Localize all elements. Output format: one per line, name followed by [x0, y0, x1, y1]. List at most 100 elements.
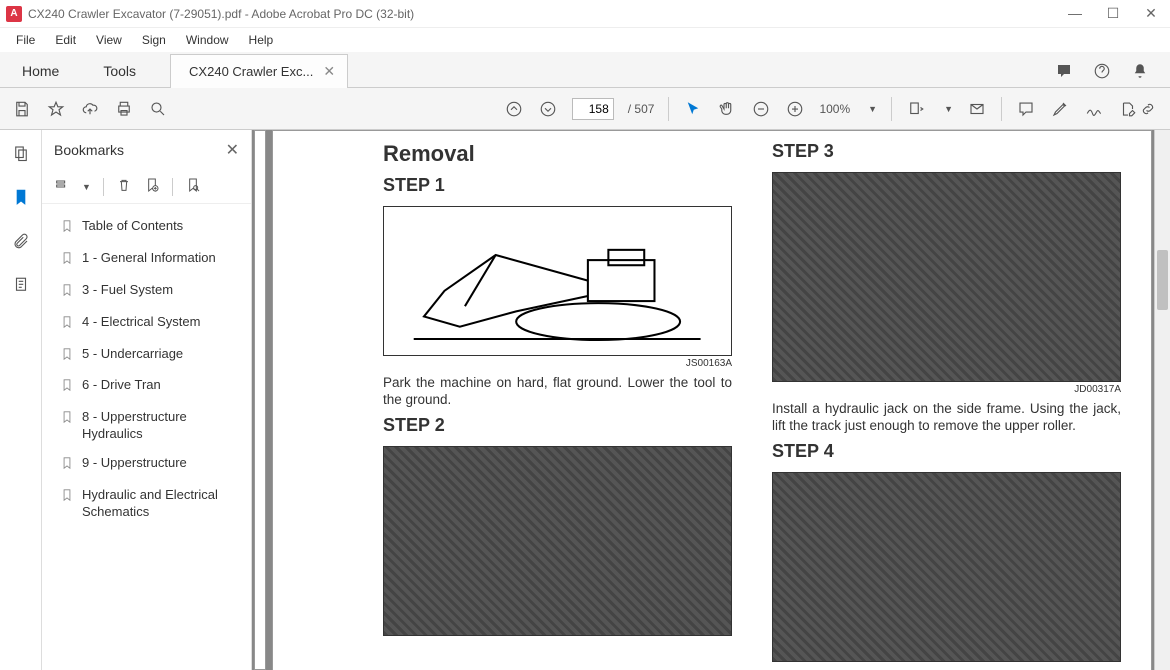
help-icon[interactable]	[1092, 61, 1112, 81]
doc-heading: Removal	[383, 141, 732, 167]
bookmarks-icon[interactable]	[10, 186, 32, 208]
tab-home[interactable]: Home	[0, 55, 81, 87]
highlight-icon[interactable]	[1050, 99, 1070, 119]
minimize-button[interactable]: —	[1062, 5, 1088, 22]
hand-tool-icon[interactable]	[717, 99, 737, 119]
app-icon: A	[6, 6, 22, 22]
page-down-icon[interactable]	[538, 99, 558, 119]
bookmark-item-icon	[60, 456, 74, 475]
doc-step-heading: STEP 2	[383, 415, 732, 436]
doc-paragraph: Park the machine on hard, flat ground. L…	[383, 375, 732, 409]
doc-figure-photo	[383, 446, 732, 636]
menu-edit[interactable]: Edit	[47, 31, 84, 49]
tab-tools[interactable]: Tools	[81, 55, 158, 87]
thumbnails-icon[interactable]	[10, 142, 32, 164]
menu-file[interactable]: File	[8, 31, 43, 49]
bookmarks-options-caret[interactable]: ▼	[82, 182, 91, 192]
bookmark-item-icon	[60, 315, 74, 334]
bookmark-label: 6 - Drive Tran	[82, 377, 161, 394]
close-button[interactable]: ✕	[1138, 5, 1164, 22]
bookmark-item[interactable]: 5 - Undercarriage	[42, 340, 251, 372]
bell-icon[interactable]	[1130, 61, 1150, 81]
window-title: CX240 Crawler Excavator (7-29051).pdf - …	[28, 7, 414, 21]
bookmark-item-icon	[60, 283, 74, 302]
bookmark-label: Hydraulic and Electrical Schematics	[82, 487, 237, 521]
bookmark-label: 8 - Upperstructure Hydraulics	[82, 409, 237, 443]
bookmark-item[interactable]: 1 - General Information	[42, 244, 251, 276]
bookmarks-toolbar: ▼	[42, 170, 251, 204]
bookmark-item-icon	[60, 378, 74, 397]
save-icon[interactable]	[12, 99, 32, 119]
bookmark-find-icon[interactable]	[185, 177, 201, 196]
doc-step-heading: STEP 1	[383, 175, 732, 196]
bookmark-item[interactable]: 6 - Drive Tran	[42, 371, 251, 403]
page-number-input[interactable]	[572, 98, 614, 120]
doc-image-code: JS00163A	[383, 358, 732, 369]
bookmark-label: 5 - Undercarriage	[82, 346, 183, 363]
bookmark-add-icon[interactable]	[144, 177, 160, 196]
vertical-scrollbar[interactable]	[1154, 130, 1170, 670]
bookmark-item-icon	[60, 219, 74, 238]
zoom-dropdown-icon[interactable]: ▼	[868, 104, 877, 114]
bookmark-label: 9 - Upperstructure	[82, 455, 187, 472]
cloud-upload-icon[interactable]	[80, 99, 100, 119]
select-tool-icon[interactable]	[683, 99, 703, 119]
toolbar: / 507 100% ▼ ▼	[0, 88, 1170, 130]
zoom-in-icon[interactable]	[785, 99, 805, 119]
edit-icon[interactable]	[1118, 99, 1138, 119]
bookmark-item-icon	[60, 488, 74, 507]
print-icon[interactable]	[114, 99, 134, 119]
doc-paragraph: Install a hydraulic jack on the side fra…	[772, 401, 1121, 435]
zoom-out-icon[interactable]	[751, 99, 771, 119]
doc-figure-excavator	[383, 206, 732, 356]
bookmark-item[interactable]: Hydraulic and Electrical Schematics	[42, 481, 251, 527]
bookmark-item-icon	[60, 347, 74, 366]
fit-dropdown-icon[interactable]: ▼	[944, 104, 953, 114]
tab-close-icon[interactable]: ✕	[323, 63, 335, 80]
content-area: Bookmarks ✕ ▼ Table of Contents 1 - Gene…	[0, 130, 1170, 670]
zoom-level-label: 100%	[819, 102, 850, 116]
bookmark-delete-icon[interactable]	[116, 177, 132, 196]
menu-window[interactable]: Window	[178, 31, 237, 49]
link-icon[interactable]	[1138, 99, 1158, 119]
menu-help[interactable]: Help	[241, 31, 282, 49]
pdf-page: Removal STEP 1 JS00163A Park the machine…	[272, 130, 1152, 670]
menu-view[interactable]: View	[88, 31, 130, 49]
tab-document[interactable]: CX240 Crawler Exc... ✕	[170, 54, 348, 88]
doc-image-code: JD00317A	[772, 384, 1121, 395]
share-icon[interactable]	[1054, 61, 1074, 81]
menu-sign[interactable]: Sign	[134, 31, 174, 49]
maximize-button[interactable]: ☐	[1100, 5, 1126, 22]
bookmarks-title: Bookmarks	[54, 142, 124, 158]
doc-step-heading: STEP 4	[772, 441, 1121, 462]
bookmark-item[interactable]: 9 - Upperstructure	[42, 449, 251, 481]
bookmark-item[interactable]: 3 - Fuel System	[42, 276, 251, 308]
layers-icon[interactable]	[10, 274, 32, 296]
bookmark-item[interactable]: Table of Contents	[42, 212, 251, 244]
page-up-icon[interactable]	[504, 99, 524, 119]
bookmark-list: Table of Contents 1 - General Informatio…	[42, 204, 251, 535]
tab-document-label: CX240 Crawler Exc...	[189, 64, 313, 79]
read-mode-icon[interactable]	[967, 99, 987, 119]
bookmark-item-icon	[60, 251, 74, 270]
bookmark-item[interactable]: 4 - Electrical System	[42, 308, 251, 340]
bookmark-label: 1 - General Information	[82, 250, 216, 267]
bookmarks-options-icon[interactable]	[54, 177, 70, 196]
document-viewport[interactable]: Removal STEP 1 JS00163A Park the machine…	[252, 130, 1170, 670]
comment-icon[interactable]	[1016, 99, 1036, 119]
sign-icon[interactable]	[1084, 99, 1104, 119]
bookmark-label: 4 - Electrical System	[82, 314, 200, 331]
search-icon[interactable]	[148, 99, 168, 119]
page-total-label: / 507	[628, 102, 655, 116]
scrollbar-thumb[interactable]	[1157, 250, 1168, 310]
top-tabs: Home Tools CX240 Crawler Exc... ✕	[0, 52, 1170, 88]
bookmark-label: Table of Contents	[82, 218, 183, 235]
fit-page-icon[interactable]	[906, 99, 926, 119]
bookmark-label: 3 - Fuel System	[82, 282, 173, 299]
attachments-icon[interactable]	[10, 230, 32, 252]
bookmarks-close-icon[interactable]: ✕	[226, 140, 239, 160]
bookmark-item[interactable]: 8 - Upperstructure Hydraulics	[42, 403, 251, 449]
bookmark-item-icon	[60, 410, 74, 429]
bookmarks-panel: Bookmarks ✕ ▼ Table of Contents 1 - Gene…	[42, 130, 252, 670]
star-icon[interactable]	[46, 99, 66, 119]
